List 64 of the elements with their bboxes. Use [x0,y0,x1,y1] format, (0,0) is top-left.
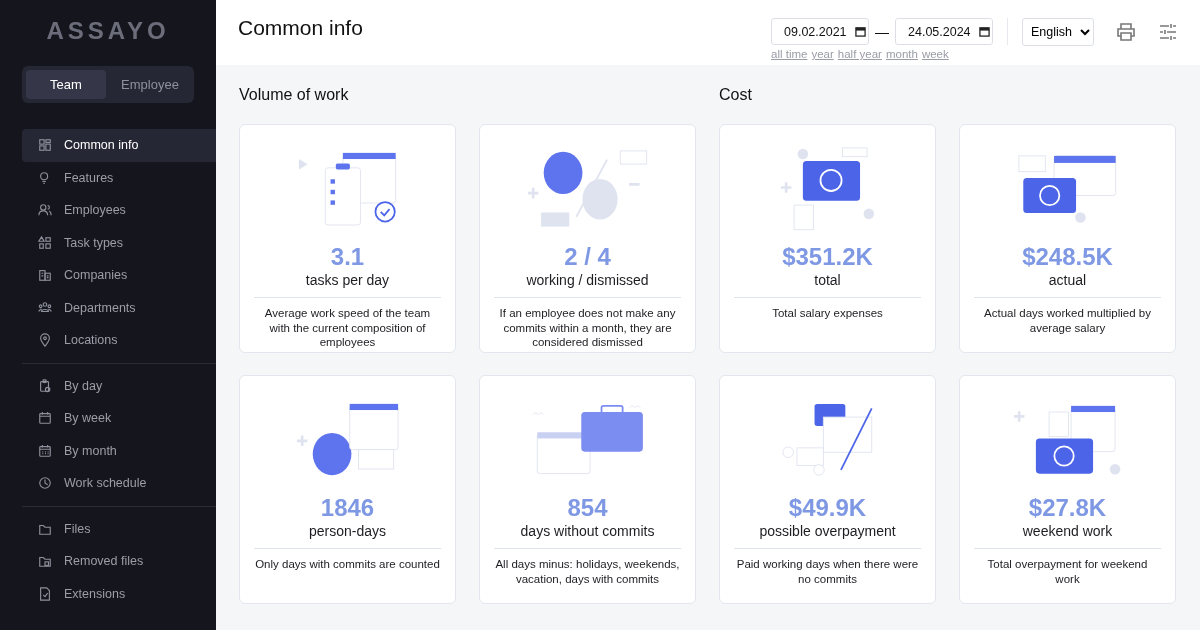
sidebar-item[interactable]: Removed files [22,545,216,578]
menu-item-icon [38,235,52,250]
sidebar-item[interactable]: Work schedule [22,467,216,500]
sidebar-item[interactable]: Common info [22,129,216,162]
mode-tab[interactable]: Team [26,70,106,99]
calendar-icon [978,26,990,37]
menu-item-icon [38,300,52,315]
sidebar-item[interactable]: Employees [22,194,216,227]
stat-description: Paid working days when there were no commits [735,557,920,586]
calendar-icon [854,26,866,37]
date-separator: — [875,23,889,40]
stat-label: tasks per day [254,271,441,298]
stat-description: Total overpayment for weekend work [986,557,1149,586]
stat-label: total [734,271,921,298]
sidebar-item[interactable]: Locations [22,324,216,357]
section-title: Cost [719,86,753,104]
menu-item-icon [38,411,52,426]
language-select[interactable]: English [1022,18,1094,46]
stat-label: weekend work [974,522,1161,549]
sidebar-item[interactable]: Files [22,512,216,545]
stat-value: $49.9K [788,494,867,522]
section-title: Volume of work [239,86,350,104]
menu-item-icon [38,586,52,601]
menu-item-icon [38,476,52,491]
stat-description: Average work speed of the team with the current composition of employees [263,306,432,350]
menu-item-icon [38,378,52,393]
stat-description: All days minus: holidays, weekends, vacation, days with commits [494,557,681,586]
stat-value: $248.5K [1022,243,1113,271]
date-field[interactable]: 24.05.2024 [895,18,993,45]
stat-value: 3.1 [330,243,365,271]
stat-value: 2 / 4 [564,243,611,271]
stat-description: If an employee does not make any commits within a month, they are considered dismissed [498,306,677,350]
menu-item-icon [38,333,52,348]
sidebar-item[interactable]: By day [22,369,216,402]
stat-label: working / dismissed [494,271,681,298]
logo: ASSAYO [45,16,171,46]
page-title: Common info [238,16,363,40]
settings-icon[interactable] [1158,22,1178,42]
menu-item-icon [38,443,52,458]
stat-label: days without commits [494,522,681,549]
stat-description: Only days with commits are counted [255,557,440,572]
sidebar-item[interactable]: By week [22,402,216,435]
sidebar-item[interactable]: Companies [22,259,216,292]
menu-item-icon [38,138,52,153]
stat-label: possible overpayment [734,522,921,549]
sidebar-item[interactable]: Task types [22,226,216,259]
menu-item-icon [38,203,52,218]
mode-tab[interactable]: Employee [110,70,190,99]
menu-item-icon [38,554,52,569]
stat-label: person-days [254,522,441,549]
stat-value: $27.8K [1028,494,1107,522]
sidebar-item[interactable]: Departments [22,291,216,324]
print-icon[interactable] [1116,22,1136,42]
stat-value: $351.2K [782,243,873,271]
sidebar-item[interactable]: By month [22,434,216,467]
stat-value: 854 [567,494,608,522]
stat-label: actual [974,271,1161,298]
sidebar-item[interactable]: Extensions [22,577,216,610]
stat-description: Total salary expenses [772,306,883,321]
stat-value: 1846 [320,494,375,522]
date-field[interactable]: 09.02.2021 [771,18,869,45]
stat-description: Actual days worked multiplied by average salary [983,306,1152,335]
sidebar-item[interactable]: Features [22,161,216,194]
menu-item-icon [38,268,52,283]
